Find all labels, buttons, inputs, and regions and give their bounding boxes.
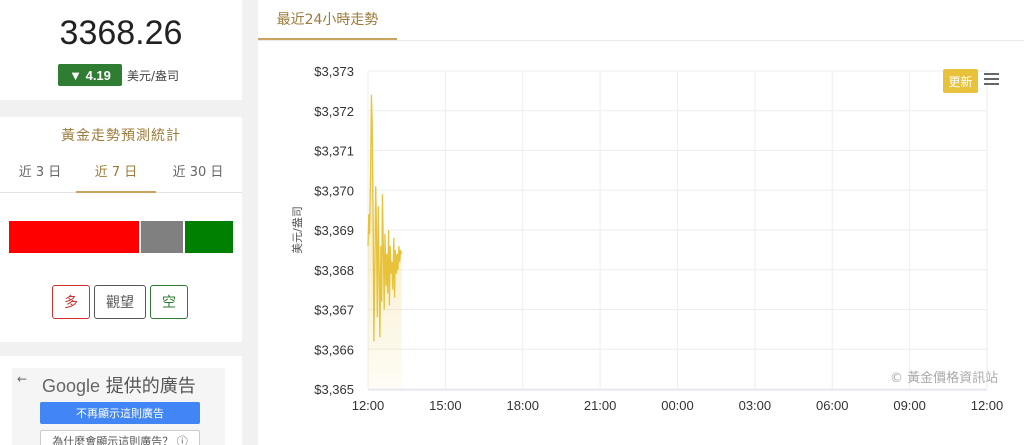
y-tick-label: $3,368 <box>314 263 354 278</box>
tab-30-days[interactable]: 近 30 日 <box>158 161 238 193</box>
vote-bar-segment <box>9 221 139 253</box>
ad-card: ← Google 提供的廣告 不再顯示這則廣告 為什麼會顯示這則廣告？ ⓘ <box>0 356 242 445</box>
tab-3-days[interactable]: 近 3 日 <box>0 161 80 193</box>
chart-card: 最近24小時走勢 $3,373 $3,372 $3,371 $3,370 $3,369 $… <box>258 0 1024 445</box>
forecast-tabs: 近 3 日 近 7 日 近 30 日 <box>0 159 242 193</box>
y-tick-label: $3,371 <box>314 144 354 159</box>
ad-panel: ← Google 提供的廣告 不再顯示這則廣告 為什麼會顯示這則廣告？ ⓘ <box>12 368 225 445</box>
why-this-ad-button[interactable]: 為什麼會顯示這則廣告？ ⓘ <box>40 430 200 445</box>
tab-7-days[interactable]: 近 7 日 <box>76 161 156 193</box>
y-tick-label: $3,367 <box>314 303 354 318</box>
vote-short-button[interactable]: 空 <box>150 285 188 319</box>
x-tick-label: 15:00 <box>429 398 462 413</box>
chart-credit: © 黃金價格資訊站 <box>890 371 999 386</box>
y-tick-label: $3,370 <box>314 183 354 198</box>
x-tick-label: 06:00 <box>816 398 849 413</box>
y-tick-label: $3,373 <box>314 64 354 79</box>
back-arrow-icon[interactable]: ← <box>17 372 27 386</box>
y-tick-label: $3,369 <box>314 223 354 238</box>
forecast-title: 黃金走勢預測統計 <box>61 128 181 144</box>
stop-showing-ad-button[interactable]: 不再顯示這則廣告 <box>40 402 200 424</box>
x-tick-label: 03:00 <box>739 398 772 413</box>
gold-price: 3368.26 <box>59 14 183 52</box>
vote-long-button[interactable]: 多 <box>52 285 90 319</box>
y-axis-label: 美元/盎司 <box>290 206 304 254</box>
ad-provider-title: Google 提供的廣告 <box>42 372 196 398</box>
y-tick-label: $3,365 <box>314 382 354 397</box>
menu-icon[interactable] <box>984 73 999 87</box>
vote-wait-button[interactable]: 觀望 <box>94 285 146 319</box>
price-change-row: ▼ 4.19 美元/盎司 <box>58 64 179 86</box>
price-unit: 美元/盎司 <box>127 68 180 83</box>
forecast-vote-bar <box>9 221 233 253</box>
google-logo: Google <box>42 376 101 396</box>
vote-bar-segment <box>182 221 233 253</box>
y-tick-label: $3,372 <box>314 104 354 119</box>
y-tick-label: $3,366 <box>314 342 354 357</box>
update-button[interactable]: 更新 <box>943 69 978 93</box>
x-tick-label: 12:00 <box>352 398 385 413</box>
x-tick-label: 12:00 <box>971 398 1004 413</box>
x-tick-label: 21:00 <box>584 398 617 413</box>
x-tick-label: 18:00 <box>506 398 539 413</box>
price-change-badge: ▼ 4.19 <box>58 64 122 86</box>
x-tick-label: 09:00 <box>893 398 926 413</box>
forecast-card: 黃金走勢預測統計 近 3 日 近 7 日 近 30 日 多 觀望 空 <box>0 117 242 342</box>
vote-bar-segment <box>138 221 183 253</box>
price-card: 3368.26 ▼ 4.19 美元/盎司 <box>0 0 242 100</box>
x-tick-label: 00:00 <box>661 398 694 413</box>
vote-buttons: 多 觀望 空 <box>52 285 192 319</box>
ad-provided-text: 提供的廣告 <box>105 376 196 397</box>
